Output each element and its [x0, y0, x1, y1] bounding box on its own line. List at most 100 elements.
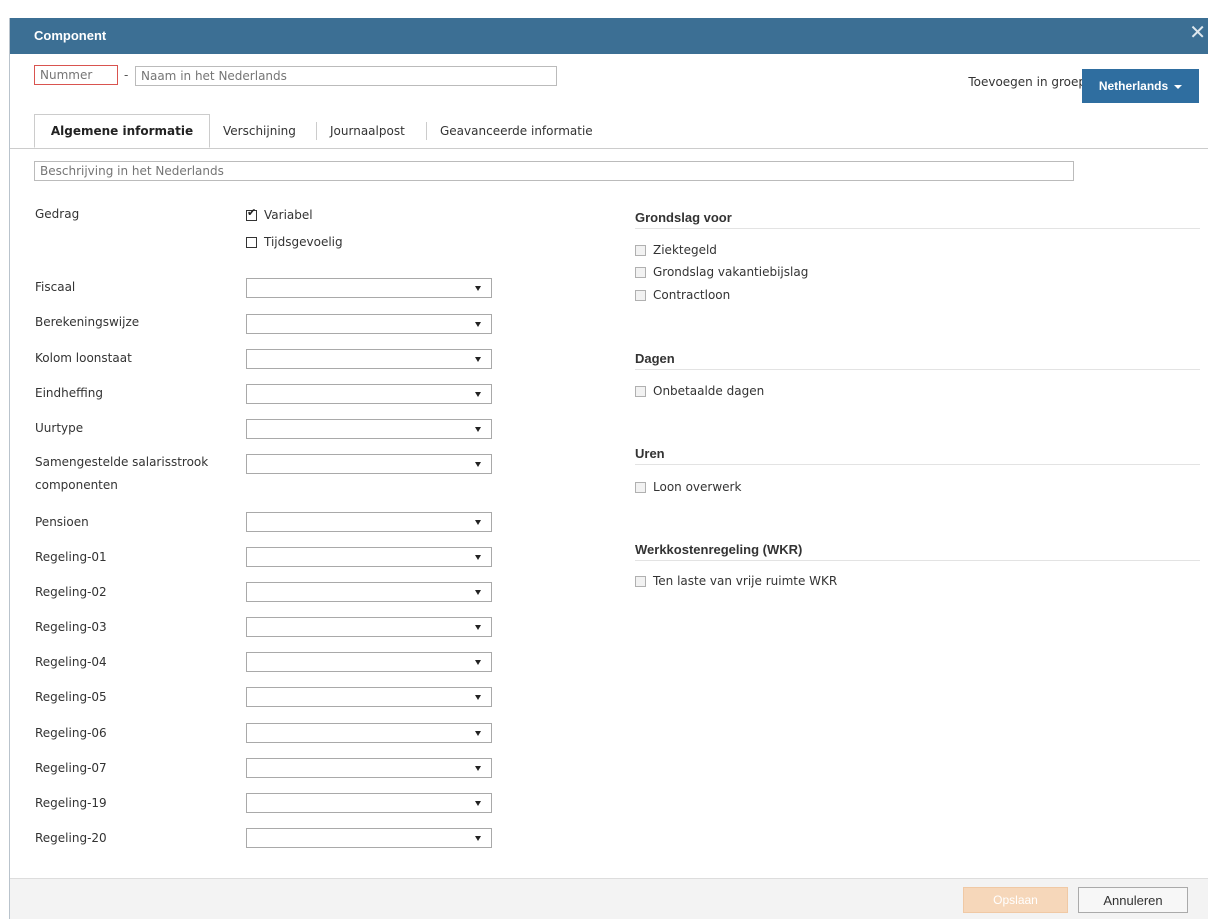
- dropdown-arrow-icon: [475, 836, 481, 841]
- dropdown-arrow-icon: [475, 392, 481, 397]
- checkbox-label: Loon overwerk: [653, 480, 742, 494]
- field-label-regeling-02: Regeling-02: [35, 585, 107, 599]
- checkbox-icon[interactable]: [635, 575, 646, 587]
- dropdown-arrow-icon: [475, 766, 481, 771]
- tab-divider: [316, 122, 317, 140]
- field-label-eindheffing: Eindheffing: [35, 386, 103, 400]
- checkbox-icon[interactable]: [635, 385, 646, 397]
- field-label-samengestelde: Samengestelde salarisstrook componenten: [35, 455, 209, 492]
- select-regeling-03[interactable]: [246, 617, 492, 637]
- select-eindheffing[interactable]: [246, 384, 492, 404]
- tab-algemene-informatie[interactable]: Algemene informatie: [34, 114, 210, 148]
- checkbox-icon[interactable]: [635, 289, 646, 301]
- checkbox-contractloon[interactable]: Contractloon: [635, 288, 730, 302]
- checkbox-icon[interactable]: [635, 481, 646, 493]
- field-label-pensioen: Pensioen: [35, 515, 89, 529]
- select-regeling-01[interactable]: [246, 547, 492, 567]
- checkbox-label: Onbetaalde dagen: [653, 384, 765, 398]
- dropdown-arrow-icon: [475, 357, 481, 362]
- checkbox-label: Variabel: [264, 208, 313, 222]
- field-label-fiscaal: Fiscaal: [35, 280, 76, 294]
- dropdown-arrow-icon: [475, 555, 481, 560]
- select-samengestelde[interactable]: [246, 454, 492, 474]
- cancel-button[interactable]: Annuleren: [1078, 887, 1188, 913]
- tab-divider: [426, 122, 427, 140]
- tab-journaalpost[interactable]: Journaalpost: [330, 114, 405, 148]
- dropdown-arrow-icon: [475, 590, 481, 595]
- save-button[interactable]: Opslaan: [963, 887, 1068, 913]
- checkbox-label: Tijdsgevoelig: [264, 235, 343, 249]
- dropdown-arrow-icon: [475, 660, 481, 665]
- group-dropdown-button[interactable]: Netherlands: [1082, 69, 1199, 103]
- tab-verschijning[interactable]: Verschijning: [223, 114, 296, 148]
- checkbox-icon[interactable]: [635, 266, 646, 278]
- select-regeling-02[interactable]: [246, 582, 492, 602]
- group-label: Toevoegen in groep: [968, 75, 1086, 89]
- checkbox-ten-laste-van-vrije-ruimte-wkr[interactable]: Ten laste van vrije ruimte WKR: [635, 574, 837, 588]
- section-title-uren: Uren: [635, 446, 665, 461]
- dash-separator: -: [124, 68, 129, 82]
- section-title-dagen: Dagen: [635, 351, 675, 366]
- dropdown-arrow-icon: [475, 520, 481, 525]
- tab-geavanceerde-informatie[interactable]: Geavanceerde informatie: [440, 114, 593, 148]
- checkbox-icon[interactable]: [635, 244, 646, 256]
- section-divider: [635, 464, 1200, 465]
- field-label-regeling-07: Regeling-07: [35, 761, 107, 775]
- tab-bar: Algemene informatie Verschijning Journaa…: [10, 114, 1208, 149]
- checkbox-checked-icon[interactable]: [246, 206, 257, 221]
- checkbox-label: Grondslag vakantiebijslag: [653, 265, 809, 279]
- section-divider: [635, 560, 1200, 561]
- dropdown-arrow-icon: [475, 801, 481, 806]
- checkbox-label: Ziektegeld: [653, 243, 717, 257]
- dropdown-arrow-icon: [475, 322, 481, 327]
- dropdown-arrow-icon: [475, 695, 481, 700]
- select-regeling-04[interactable]: [246, 652, 492, 672]
- checkbox-grondslag-vakantiebijslag[interactable]: Grondslag vakantiebijslag: [635, 265, 808, 279]
- select-regeling-05[interactable]: [246, 687, 492, 707]
- field-label-regeling-06: Regeling-06: [35, 726, 107, 740]
- field-label-berekeningswijze: Berekeningswijze: [35, 315, 140, 329]
- section-title-werkkostenregeling: Werkkostenregeling (WKR): [635, 542, 803, 557]
- field-label-regeling-04: Regeling-04: [35, 655, 107, 669]
- field-label-regeling-05: Regeling-05: [35, 690, 107, 704]
- close-icon[interactable]: ✕: [1189, 22, 1206, 42]
- select-uurtype[interactable]: [246, 419, 492, 439]
- field-label-regeling-20: Regeling-20: [35, 831, 107, 845]
- dialog-footer: Opslaan Annuleren: [10, 878, 1208, 919]
- checkbox-onbetaalde-dagen[interactable]: Onbetaalde dagen: [635, 384, 764, 398]
- field-label-kolom-loonstaat: Kolom loonstaat: [35, 351, 132, 365]
- checkbox-variabel[interactable]: Variabel: [246, 206, 313, 222]
- description-input[interactable]: [34, 161, 1074, 181]
- select-kolom-loonstaat[interactable]: [246, 349, 492, 369]
- checkbox-icon[interactable]: [246, 236, 257, 248]
- checkbox-tijdsgevoelig[interactable]: Tijdsgevoelig: [246, 235, 343, 249]
- select-regeling-07[interactable]: [246, 758, 492, 778]
- component-dialog: Component ✕ - Toevoegen in groep Netherl…: [9, 18, 1208, 919]
- select-berekeningswijze[interactable]: [246, 314, 492, 334]
- section-divider: [635, 369, 1200, 370]
- checkbox-label: Contractloon: [653, 288, 731, 302]
- dropdown-arrow-icon: [475, 462, 481, 467]
- select-regeling-20[interactable]: [246, 828, 492, 848]
- checkbox-ziektegeld[interactable]: Ziektegeld: [635, 243, 717, 257]
- select-fiscaal[interactable]: [246, 278, 492, 298]
- dropdown-arrow-icon: [475, 625, 481, 630]
- section-title-grondslag-voor: Grondslag voor: [635, 210, 732, 225]
- dropdown-arrow-icon: [475, 731, 481, 736]
- checkbox-label: Ten laste van vrije ruimte WKR: [653, 574, 838, 588]
- dialog-header: Component ✕: [10, 18, 1208, 54]
- select-pensioen[interactable]: [246, 512, 492, 532]
- gedrag-label: Gedrag: [35, 207, 80, 221]
- field-label-regeling-03: Regeling-03: [35, 620, 107, 634]
- number-input[interactable]: [34, 65, 118, 85]
- dialog-title: Component: [34, 28, 107, 43]
- name-input[interactable]: [135, 66, 557, 86]
- dropdown-arrow-icon: [475, 427, 481, 432]
- select-regeling-19[interactable]: [246, 793, 492, 813]
- select-regeling-06[interactable]: [246, 723, 492, 743]
- field-label-regeling-19: Regeling-19: [35, 796, 107, 810]
- checkbox-loon-overwerk[interactable]: Loon overwerk: [635, 480, 741, 494]
- field-label-regeling-01: Regeling-01: [35, 550, 107, 564]
- field-label-uurtype: Uurtype: [35, 421, 84, 435]
- dropdown-arrow-icon: [475, 286, 481, 291]
